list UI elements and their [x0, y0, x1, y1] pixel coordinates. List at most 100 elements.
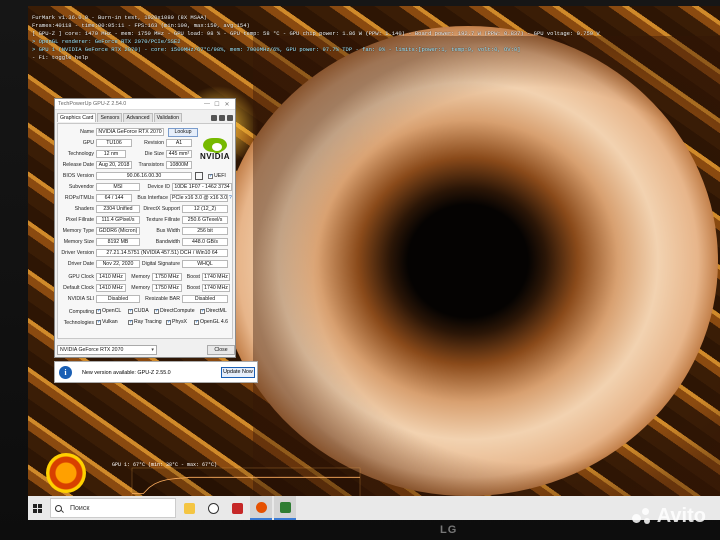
furmark-logo	[46, 453, 86, 493]
subvendor-label: Subvendor	[68, 184, 94, 190]
subvendor-value: MSI	[96, 183, 140, 191]
taskbar-app-furmark[interactable]	[250, 496, 272, 520]
resizable-bar-label: Resizable BAR	[145, 296, 180, 302]
opengl-checkbox: ✓ OpenGL 4.6	[194, 318, 229, 325]
shaders-label: Shaders	[74, 206, 94, 212]
gpu-select-dropdown[interactable]: NVIDIA GeForce RTX 2070 ▾	[57, 345, 157, 355]
release-date-value: Aug 20, 2018	[96, 161, 132, 169]
gpu-memory-label: Memory	[131, 274, 150, 280]
memory-type-label: Memory Type	[62, 228, 94, 234]
lookup-button[interactable]: Lookup	[168, 128, 198, 137]
nvidia-sli-label: NVIDIA SLI	[67, 296, 94, 302]
release-date-label: Release Date	[62, 162, 94, 168]
taskbar-app-gpuz[interactable]	[274, 496, 296, 520]
search-icon	[55, 504, 62, 512]
technologies-label: Technologies	[63, 320, 94, 326]
rops-tmus-label: ROPs/TMUs	[64, 195, 94, 201]
nvidia-eye-icon	[203, 138, 227, 153]
render-vignette	[253, 36, 720, 496]
gpuz-window[interactable]: TechPowerUp GPU-Z 2.54.0 — ☐ ✕ Graphics …	[54, 98, 236, 358]
overlay-line: > OpenGL renderer: GeForce RTX 2070/PCIe…	[32, 38, 181, 45]
yandex-browser-icon	[207, 502, 219, 514]
bus-interface-value: PCIe x16 3.0 @ x16 3.0	[170, 194, 228, 202]
overlay-line: > GPU 1 (NVIDIA GeForce RTX 2070) - core…	[32, 46, 521, 53]
digital-signature-label: Digital Signature	[141, 261, 180, 267]
start-button[interactable]	[28, 496, 46, 520]
nvidia-logo: NVIDIA	[198, 138, 232, 168]
driver-date-value: Nov 22, 2020	[96, 260, 140, 268]
uefi-label: UEFI	[214, 173, 226, 179]
bios-version-label: BIOS Version	[62, 173, 94, 179]
opencl-checkbox: ✓ OpenCL	[96, 307, 122, 314]
default-memory-label: Memory	[131, 285, 150, 291]
die-size-value: 445 mm²	[166, 150, 192, 158]
overlay-line: FurMark v1.36.0.0 - Burn-in test, 1920x1…	[32, 14, 207, 21]
camera-icon[interactable]	[211, 115, 217, 121]
default-memory-value: 1750 MHz	[152, 284, 182, 292]
furmark-overlay-text: FurMark v1.36.0.0 - Burn-in test, 1920x1…	[32, 14, 600, 62]
directcompute-checkbox: ✓ DirectCompute	[154, 307, 195, 314]
gpuz-icon	[279, 501, 291, 513]
taskbar-app-red[interactable]	[226, 496, 248, 520]
revision-value: A1	[166, 139, 192, 147]
gpu-clock-label: GPU Clock	[68, 274, 94, 280]
directx-label: DirectX Support	[143, 206, 180, 212]
uefi-checkbox: ✓ UEFI	[208, 172, 226, 179]
name-value: NVIDIA GeForce RTX 2070	[96, 128, 164, 136]
gpuz-title: TechPowerUp GPU-Z 2.54.0	[58, 101, 127, 107]
tab-validation[interactable]: Validation	[153, 113, 182, 122]
bus-width-value: 256 bit	[182, 227, 228, 235]
close-button[interactable]: Close	[207, 345, 235, 355]
technology-label: Technology	[67, 151, 94, 157]
directml-checkbox: ✓ DirectML	[200, 307, 227, 314]
folder-icon	[183, 502, 195, 514]
search-placeholder: Поиск	[70, 504, 90, 512]
transistors-value: 10800M	[166, 161, 192, 169]
vulkan-checkbox: ✓ Vulkan	[96, 318, 118, 325]
nvidia-wordmark: NVIDIA	[199, 152, 231, 161]
driver-version-value: 27.21.14.5751 (NVIDIA 457.51) DCH / Win1…	[96, 249, 228, 257]
directx-value: 12 (12_2)	[182, 205, 228, 213]
gpu-select-value: NVIDIA GeForce RTX 2070	[60, 347, 124, 353]
gpuz-titlebar[interactable]: TechPowerUp GPU-Z 2.54.0 — ☐ ✕	[55, 99, 235, 110]
default-clock-label: Default Clock	[63, 285, 94, 291]
device-id-label: Device ID	[147, 184, 171, 190]
windows-icon	[32, 503, 42, 513]
update-notice: i New version available: GPU-Z 2.55.0 Up…	[54, 361, 258, 383]
tab-advanced[interactable]: Advanced	[123, 113, 153, 122]
rops-tmus-value: 64 / 144	[96, 194, 132, 202]
share-icon[interactable]	[195, 172, 203, 180]
gpu-memory-value: 1750 MHz	[152, 273, 182, 281]
menu-icon[interactable]	[227, 115, 233, 121]
memory-size-value: 8192 MB	[96, 238, 140, 246]
default-boost-label: Boost	[186, 285, 200, 291]
tab-sensors[interactable]: Sensors	[97, 113, 123, 122]
gpuz-tabs: Graphics Card Sensors Advanced Validatio…	[55, 110, 235, 122]
refresh-icon[interactable]	[219, 115, 225, 121]
graphics-card-panel: Name NVIDIA GeForce RTX 2070 Lookup GPU …	[57, 123, 233, 339]
gpu-boost-value: 1740 MHz	[202, 273, 230, 281]
gpu-label: GPU	[82, 140, 94, 146]
gpu-value: TU106	[96, 139, 132, 147]
taskbar-app-yandex-browser[interactable]	[202, 496, 224, 520]
tab-graphics-card[interactable]: Graphics Card	[57, 113, 97, 122]
taskbar-search[interactable]: Поиск	[50, 498, 176, 518]
gpuz-toolbar	[211, 115, 233, 122]
device-id-value: 10DE 1F07 - 1462 3734	[172, 183, 232, 191]
info-icon: i	[59, 366, 72, 379]
help-icon[interactable]: ?	[229, 195, 232, 201]
default-clock-value: 1410 MHz	[96, 284, 126, 292]
driver-date-label: Driver Date	[67, 261, 94, 267]
computing-label: Computing	[68, 309, 94, 315]
pixel-fillrate-value: 111.4 GPixel/s	[96, 216, 140, 224]
close-window-button[interactable]: ✕	[222, 101, 232, 108]
minimize-button[interactable]: —	[202, 101, 212, 107]
update-now-button[interactable]: Update Now	[221, 367, 255, 378]
gpu-boost-label: Boost	[186, 274, 200, 280]
memory-type-value: GDDR6 (Micron)	[96, 227, 140, 235]
maximize-button[interactable]: ☐	[212, 101, 222, 108]
shaders-value: 2304 Unified	[96, 205, 140, 213]
screen: FurMark v1.36.0.0 - Burn-in test, 1920x1…	[28, 6, 720, 520]
taskbar-app-file-explorer[interactable]	[178, 496, 200, 520]
bios-version-value: 90.06.16.00.30	[96, 172, 192, 180]
